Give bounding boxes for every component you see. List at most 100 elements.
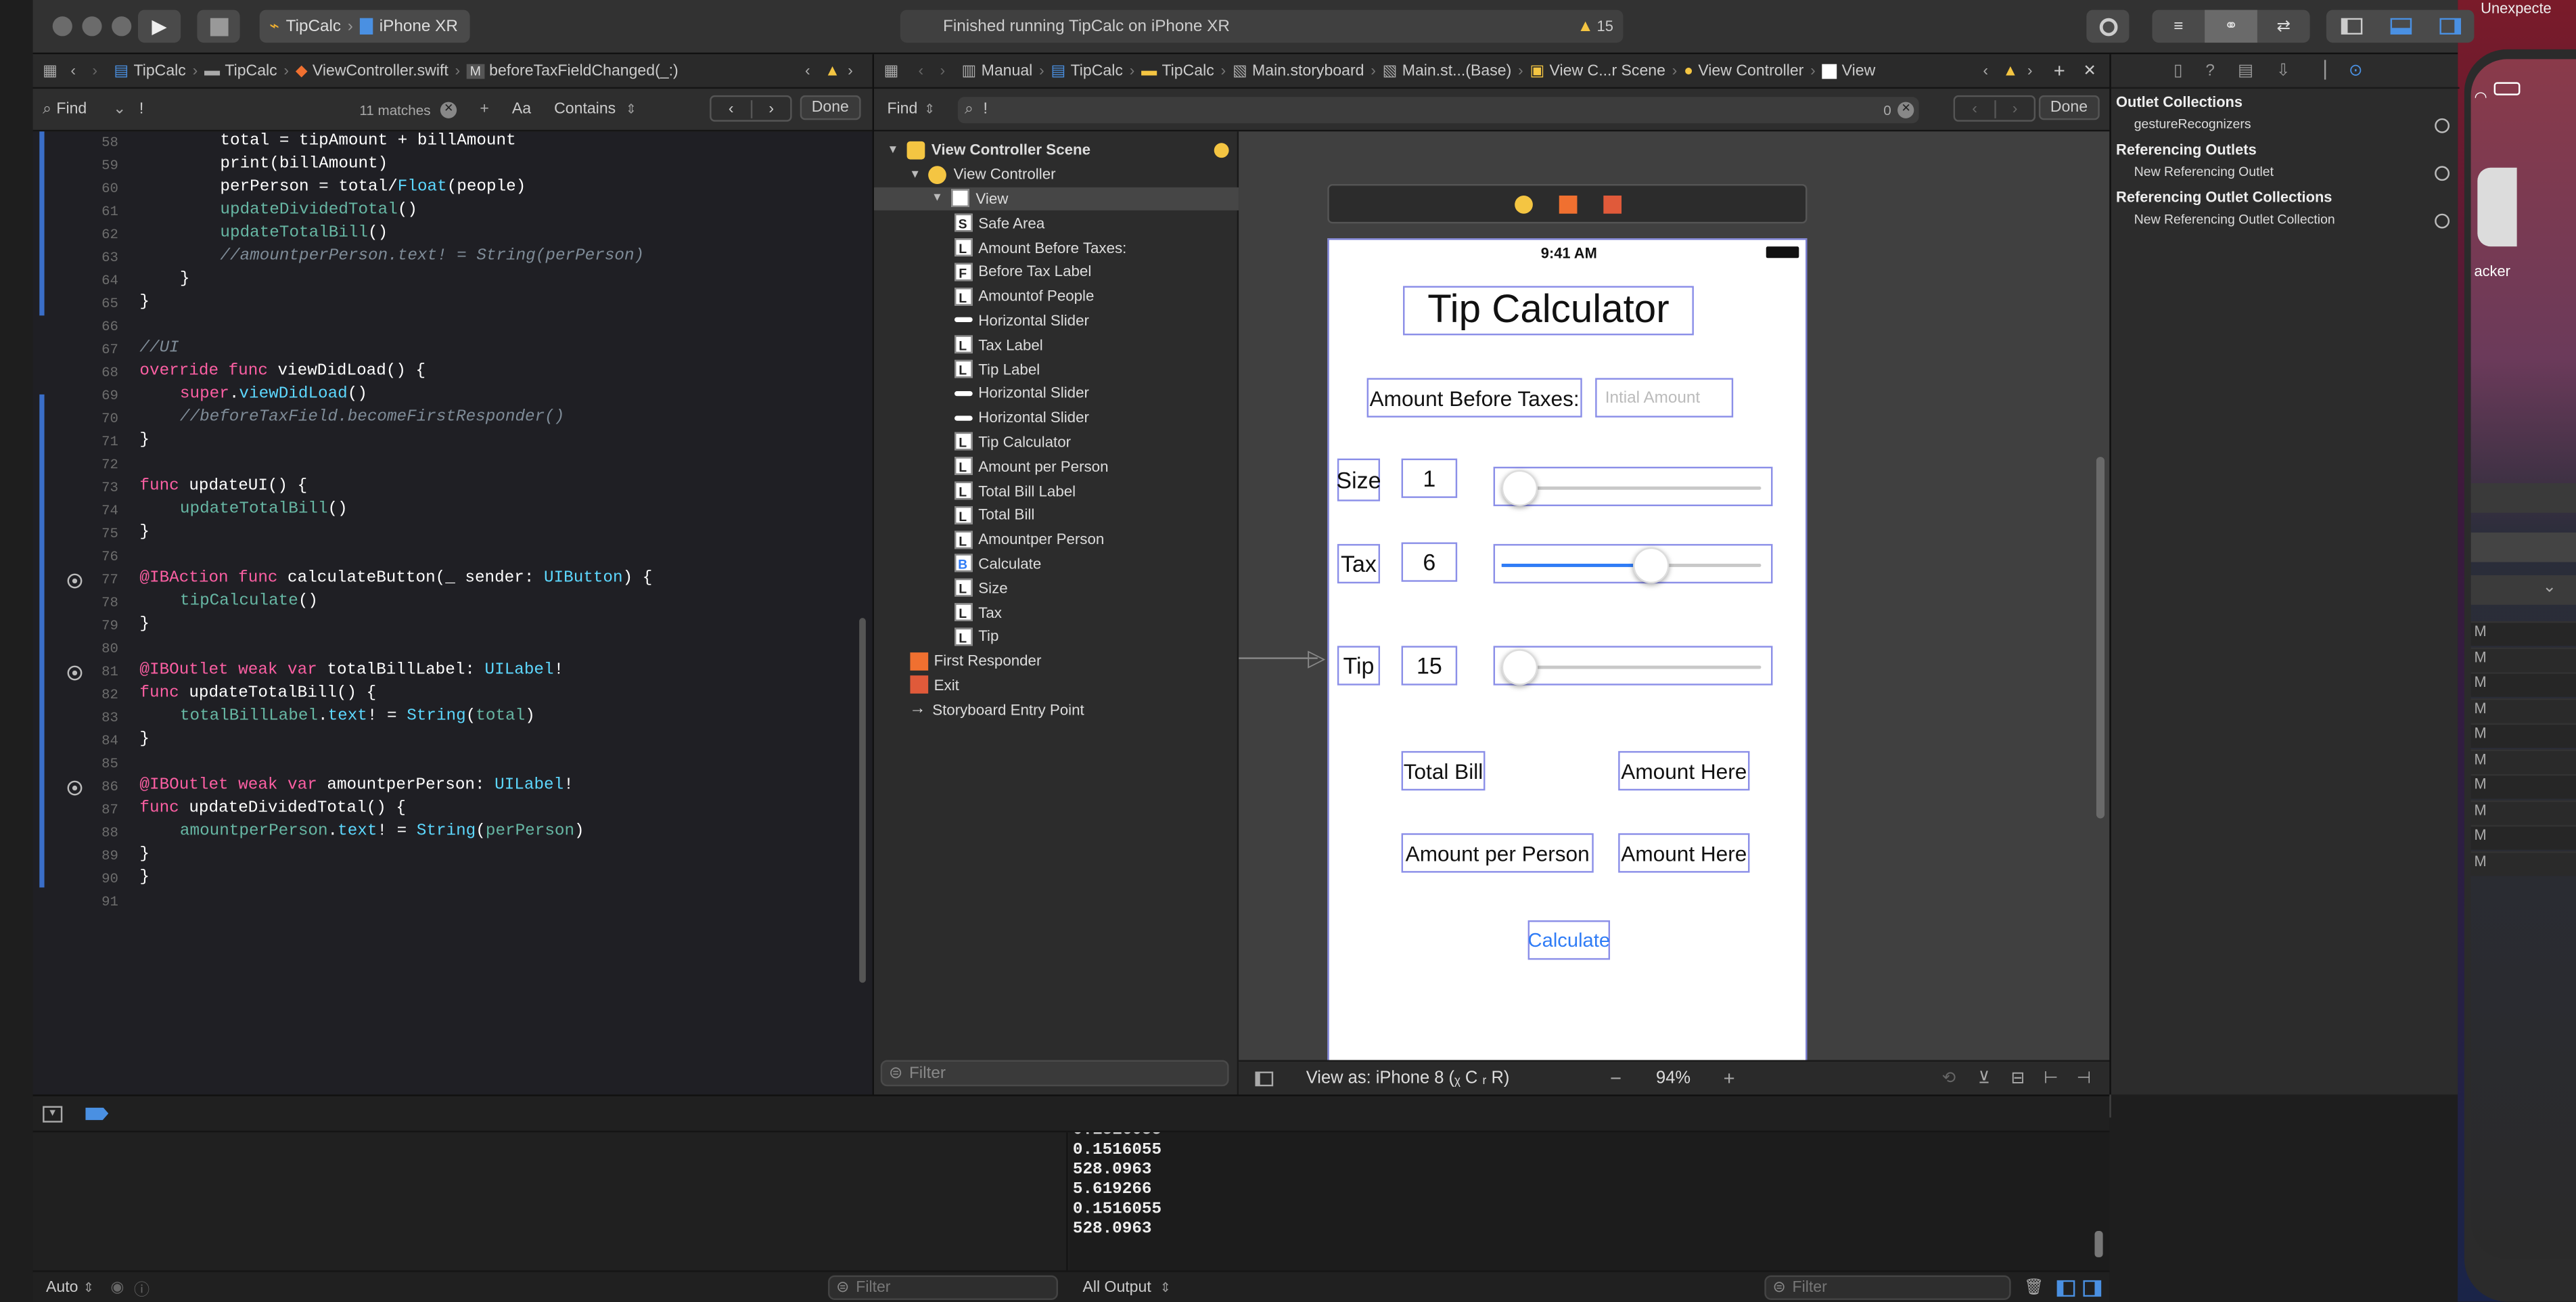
code-line[interactable]: 60 perPerson = total/Float(people) bbox=[33, 177, 854, 200]
auto-popup[interactable]: Auto bbox=[46, 1278, 78, 1297]
app-icon[interactable] bbox=[2477, 167, 2517, 247]
code-line[interactable]: 64} bbox=[33, 269, 854, 292]
outline-item[interactable]: L Amountof People bbox=[874, 284, 1239, 309]
update-frames-icon[interactable]: ⟲ bbox=[1942, 1069, 1956, 1087]
sim-list-item[interactable]: M bbox=[2470, 697, 2576, 723]
code-line[interactable]: 73 func updateUI() { bbox=[33, 476, 854, 499]
line-number[interactable]: 74 bbox=[33, 503, 118, 519]
line-number[interactable]: 61 bbox=[33, 204, 118, 220]
disclosure-triangle-icon[interactable]: ▼ bbox=[909, 169, 921, 180]
warning-count[interactable]: 15 bbox=[1597, 18, 1613, 35]
connection-row[interactable]: New Referencing Outlet Collection bbox=[2134, 212, 2450, 231]
view-controller-icon[interactable] bbox=[1513, 194, 1532, 213]
console-scrollbar[interactable] bbox=[2094, 1231, 2103, 1257]
line-number[interactable]: 60 bbox=[33, 181, 118, 197]
outlet-connection-icon[interactable] bbox=[67, 780, 83, 796]
line-number[interactable]: 59 bbox=[33, 158, 118, 174]
outline-item[interactable]: S Safe Area bbox=[874, 211, 1239, 235]
navigator-toggle-icon[interactable] bbox=[2326, 18, 2376, 35]
line-number[interactable]: 58 bbox=[33, 135, 118, 151]
title-label[interactable]: Tip Calculator bbox=[1403, 286, 1694, 336]
code-line[interactable]: 81 @IBOutlet weak var totalBillLabel: UIL… bbox=[33, 660, 854, 683]
outline-filter[interactable]: ⊜ Filter bbox=[880, 1060, 1229, 1087]
code-line[interactable]: 84} bbox=[33, 729, 854, 753]
outline-item[interactable]: First Responder bbox=[874, 649, 1239, 673]
line-number[interactable]: 91 bbox=[33, 894, 118, 910]
disclosure-triangle-icon[interactable]: ▼ bbox=[932, 193, 943, 204]
code-line[interactable]: 87 func updateDividedTotal() { bbox=[33, 799, 854, 822]
line-number[interactable]: 72 bbox=[33, 457, 118, 473]
line-number[interactable]: 67 bbox=[33, 342, 118, 358]
tax-slider[interactable] bbox=[1493, 543, 1773, 584]
connection-circle-icon[interactable] bbox=[2435, 213, 2450, 229]
scheme-selector[interactable]: ⌁ TipCalc › iPhone XR bbox=[259, 9, 470, 43]
outline-item[interactable]: ▼ View Controller bbox=[874, 162, 1239, 187]
view-as-device[interactable]: View as: iPhone 8 (ᵪ C ᵣ R) bbox=[1306, 1069, 1510, 1088]
amount-text-field[interactable]: Intial Amount bbox=[1595, 378, 1734, 418]
zoom-window-button[interactable] bbox=[112, 16, 132, 37]
code-line[interactable]: 76 bbox=[33, 545, 854, 568]
related-items-icon[interactable]: ▦ bbox=[43, 62, 58, 80]
code-line[interactable]: 85 bbox=[33, 753, 854, 776]
line-number[interactable]: 63 bbox=[33, 250, 118, 266]
outline-item[interactable]: ▼ View Controller Scene bbox=[874, 138, 1239, 162]
previous-match-icon[interactable]: ‹ bbox=[712, 99, 751, 118]
split-view-icon[interactable] bbox=[2056, 1279, 2075, 1296]
inspector-toggle-icon[interactable] bbox=[2425, 18, 2475, 35]
outline-item[interactable]: L Total Bill Label bbox=[874, 478, 1239, 503]
line-number[interactable]: 76 bbox=[33, 549, 118, 565]
line-number[interactable]: 85 bbox=[33, 756, 118, 772]
code-line[interactable]: 66 bbox=[33, 315, 854, 338]
outline-item[interactable]: L Size bbox=[874, 576, 1239, 600]
disclosure-triangle-icon[interactable]: ▼ bbox=[887, 144, 898, 156]
line-number[interactable]: 78 bbox=[33, 595, 118, 611]
outline-item[interactable]: Horizontal Slider bbox=[874, 309, 1239, 333]
line-number[interactable]: 64 bbox=[33, 273, 118, 289]
line-number[interactable]: 79 bbox=[33, 618, 118, 634]
add-icon[interactable]: + bbox=[480, 100, 489, 118]
warning-icon[interactable]: ▲ bbox=[2002, 62, 2018, 80]
next-match-icon[interactable]: › bbox=[750, 99, 790, 118]
outline-toggle-icon[interactable] bbox=[1255, 1071, 1274, 1086]
line-number[interactable]: 88 bbox=[33, 825, 118, 841]
line-number[interactable]: 90 bbox=[33, 871, 118, 887]
breadcrumb-base[interactable]: Main.st...(Base) bbox=[1402, 62, 1512, 80]
line-number[interactable]: 82 bbox=[33, 687, 118, 703]
code-area[interactable]: 58 total = tipAmount + billAmount 59 print(… bbox=[33, 131, 873, 1094]
warning-icon[interactable]: ▲ bbox=[825, 62, 840, 80]
code-line[interactable]: 65} bbox=[33, 292, 854, 315]
code-line[interactable]: 70 //beforeTaxField.becomeFirstResponder(… bbox=[33, 407, 854, 430]
sim-list-item[interactable]: M bbox=[2470, 773, 2576, 799]
code-line[interactable]: 74 updateTotalBill() bbox=[33, 499, 854, 522]
simulator-window[interactable]: ◠ acker ⌄ MMMMMMMMMM bbox=[2464, 49, 2576, 1302]
connection-row[interactable]: New Referencing Outlet bbox=[2134, 164, 2450, 184]
size-inspector-icon[interactable]: ▕ bbox=[2313, 62, 2326, 80]
code-line[interactable]: 72 bbox=[33, 453, 854, 476]
outline-item[interactable]: L Tip Calculator bbox=[874, 430, 1239, 454]
quick-look-icon[interactable]: ◉ bbox=[110, 1278, 124, 1297]
forward-icon[interactable]: › bbox=[92, 62, 97, 80]
code-line[interactable]: 69 super.viewDidLoad() bbox=[33, 384, 854, 407]
breadcrumb-group[interactable]: TipCalc bbox=[1162, 62, 1214, 80]
outline-item[interactable]: Horizontal Slider bbox=[874, 381, 1239, 405]
sim-list-item[interactable]: M bbox=[2470, 850, 2576, 876]
find-mode-popup[interactable]: Find bbox=[56, 100, 87, 118]
breadcrumb-project[interactable]: TipCalc bbox=[1071, 62, 1123, 80]
code-line[interactable]: 75} bbox=[33, 522, 854, 545]
outline-item[interactable]: L Tip bbox=[874, 625, 1239, 649]
previous-issue-icon[interactable]: ‹ bbox=[805, 62, 810, 80]
find-query-field[interactable]: ⌕ ! 0 ✕ bbox=[958, 96, 1920, 122]
line-number[interactable]: 87 bbox=[33, 802, 118, 818]
code-line[interactable]: 71} bbox=[33, 430, 854, 453]
code-line[interactable]: 61 updateDividedTotal() bbox=[33, 200, 854, 223]
code-line[interactable]: 90} bbox=[33, 868, 854, 891]
tax-value-label[interactable]: 6 bbox=[1401, 542, 1458, 582]
code-line[interactable]: 78 tipCalculate() bbox=[33, 591, 854, 614]
contains-popup[interactable]: Contains bbox=[554, 100, 616, 118]
exit-icon[interactable] bbox=[1603, 194, 1621, 213]
clear-icon[interactable]: ✕ bbox=[440, 101, 457, 118]
code-line[interactable]: 58 total = tipAmount + billAmount bbox=[33, 131, 854, 154]
code-line[interactable]: 89} bbox=[33, 845, 854, 868]
breadcrumb-view[interactable]: View bbox=[1842, 62, 1876, 80]
align-icon[interactable]: ⊢ bbox=[2044, 1069, 2058, 1087]
